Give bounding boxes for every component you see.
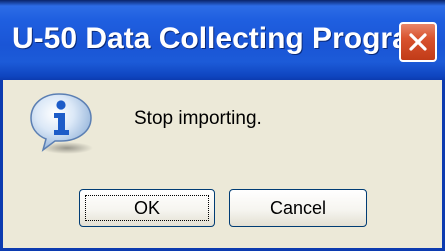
dialog-message: Stop importing. (134, 108, 262, 129)
ok-button[interactable]: OK (79, 189, 215, 227)
window-title: U-50 Data Collecting Program (12, 22, 436, 55)
window-frame-left (0, 80, 3, 251)
title-bar[interactable]: U-50 Data Collecting Program (0, 0, 445, 80)
cancel-button-label: Cancel (269, 197, 327, 218)
info-icon (30, 93, 93, 154)
cancel-button[interactable]: Cancel (229, 189, 367, 227)
focus-rectangle (85, 195, 209, 221)
close-icon (409, 33, 427, 51)
message-dialog: U-50 Data Collecting Program Stop import… (0, 0, 445, 251)
close-button[interactable] (399, 22, 437, 62)
